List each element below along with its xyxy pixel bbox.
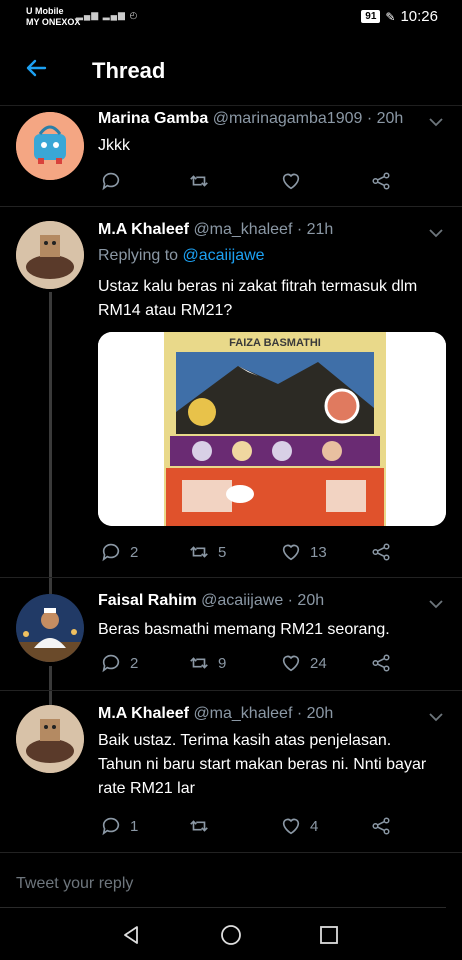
- retweet-count: 9: [218, 654, 227, 672]
- tweet-text: Jkkk: [98, 137, 130, 154]
- reply-composer[interactable]: Tweet your reply: [0, 852, 462, 908]
- avatar[interactable]: [16, 705, 84, 773]
- tweet-actions: 2 5 13: [98, 541, 398, 565]
- reply-input[interactable]: Tweet your reply: [16, 875, 133, 893]
- reply-icon: [102, 172, 120, 191]
- share-icon: [372, 172, 390, 190]
- heart-icon: [282, 544, 300, 561]
- avatar[interactable]: [16, 221, 84, 289]
- nav-home-icon[interactable]: [220, 924, 242, 946]
- retweet-icon: [190, 175, 208, 187]
- avatar[interactable]: [16, 112, 84, 180]
- carrier-2: MY ONEXOX: [26, 17, 81, 27]
- share-button[interactable]: [370, 170, 392, 192]
- chevron-down-icon[interactable]: [428, 225, 444, 241]
- page-title: Thread: [92, 58, 166, 83]
- retweet-button[interactable]: [188, 815, 218, 837]
- replying-prefix: Replying to: [98, 247, 183, 264]
- heart-icon: [282, 173, 300, 190]
- tweet-text: Ustaz kalu beras ni zakat fitrah termasu…: [98, 278, 418, 319]
- reply-button[interactable]: 2: [100, 541, 138, 563]
- reply-button[interactable]: 2: [100, 652, 138, 674]
- chevron-down-icon[interactable]: [428, 596, 444, 612]
- heart-icon: [282, 655, 300, 672]
- author-name[interactable]: M.A Khaleef: [98, 221, 189, 238]
- avatar[interactable]: [16, 594, 84, 662]
- reply-count: 1: [130, 817, 139, 835]
- food-avatar-image: [16, 221, 84, 289]
- retweet-icon: [190, 546, 208, 558]
- retweet-button[interactable]: 9: [188, 652, 226, 674]
- retweet-button[interactable]: [188, 170, 218, 192]
- tweet-text: Beras basmathi memang RM21 seorang.: [98, 621, 390, 638]
- reply-button[interactable]: [100, 170, 130, 192]
- reply-icon: [102, 543, 120, 562]
- tweet-header: M.A Khaleef @ma_khaleef · 21h: [98, 221, 333, 239]
- tweet[interactable]: M.A Khaleef @ma_khaleef · 20h Baik ustaz…: [0, 691, 462, 851]
- status-bar: U Mobile MY ONEXOX ▂▄▆ ▂▄▆ ◴ 91 ✎ 10:26: [0, 0, 462, 36]
- tweet-actions: [98, 170, 398, 194]
- food-avatar-image: [16, 705, 84, 773]
- retweet-icon: [190, 820, 208, 832]
- chevron-down-icon[interactable]: [428, 114, 444, 130]
- tweet-header: Marina Gamba @marinagamba1909 · 20h: [98, 110, 403, 128]
- tweet[interactable]: Marina Gamba @marinagamba1909 · 20h Jkkk: [0, 106, 462, 206]
- person-avatar-image: [16, 594, 84, 662]
- like-button[interactable]: 4: [280, 815, 318, 837]
- tweet[interactable]: Faisal Rahim @acaiijawe · 20h Beras basm…: [0, 578, 462, 688]
- like-count: 4: [310, 817, 319, 835]
- author-name[interactable]: Faisal Rahim: [98, 592, 197, 609]
- chevron-down-icon[interactable]: [428, 709, 444, 725]
- reply-icon: [102, 654, 120, 673]
- battery-icon: 91: [361, 10, 381, 23]
- retweet-button[interactable]: 5: [188, 541, 226, 563]
- author-handle[interactable]: @marinagamba1909 · 20h: [213, 110, 404, 127]
- rice-bag-image: FAIZA BASMATHI: [98, 332, 446, 526]
- clock: 10:26: [400, 8, 438, 25]
- like-count: 13: [310, 543, 327, 561]
- carrier-1: U Mobile: [26, 6, 64, 16]
- tweet-actions: 2 9 24: [98, 652, 398, 676]
- share-icon: [372, 654, 390, 672]
- reply-button[interactable]: 1: [100, 815, 138, 837]
- media-label: FAIZA BASMATHI: [229, 337, 321, 349]
- tweet-header: Faisal Rahim @acaiijawe · 20h: [98, 592, 324, 610]
- share-icon: [372, 543, 390, 561]
- like-button[interactable]: [280, 170, 310, 192]
- tweet-actions: 1 4: [98, 815, 398, 839]
- share-button[interactable]: [370, 815, 392, 837]
- share-button[interactable]: [370, 541, 392, 563]
- reply-icon: [102, 817, 120, 836]
- retweet-icon: [190, 657, 208, 669]
- signal-icon: ▂▄▆ ▂▄▆ ◴: [76, 10, 139, 20]
- reply-count: 2: [130, 543, 139, 561]
- reply-count: 2: [130, 654, 139, 672]
- retweet-count: 5: [218, 543, 227, 561]
- author-name[interactable]: M.A Khaleef: [98, 705, 189, 722]
- nav-recents-icon[interactable]: [318, 924, 340, 946]
- author-name[interactable]: Marina Gamba: [98, 110, 208, 127]
- heart-icon: [282, 818, 300, 835]
- nav-back-icon[interactable]: [120, 924, 142, 946]
- like-button[interactable]: 13: [280, 541, 327, 563]
- replying-handle-link[interactable]: @acaiijawe: [183, 247, 265, 264]
- author-handle[interactable]: @acaiijawe · 20h: [201, 592, 324, 609]
- replying-to: Replying to @acaiijawe: [98, 247, 265, 265]
- like-button[interactable]: 24: [280, 652, 327, 674]
- back-arrow-icon[interactable]: [24, 56, 48, 80]
- carrier-labels: U Mobile MY ONEXOX: [26, 6, 80, 28]
- top-bar: Thread: [0, 36, 462, 106]
- like-count: 24: [310, 654, 327, 672]
- share-button[interactable]: [370, 652, 392, 674]
- tweet-text: Baik ustaz. Terima kasih atas penjelasan…: [98, 732, 427, 797]
- tweet-header: M.A Khaleef @ma_khaleef · 20h: [98, 705, 333, 723]
- system-nav-bar: [0, 908, 462, 960]
- author-handle[interactable]: @ma_khaleef · 21h: [193, 221, 333, 238]
- author-handle[interactable]: @ma_khaleef · 20h: [193, 705, 333, 722]
- tweet-media-image[interactable]: FAIZA BASMATHI: [98, 332, 446, 526]
- status-right: 91 ✎ 10:26: [361, 8, 438, 25]
- leaf-icon: ✎: [385, 9, 396, 24]
- bag-avatar-image: [16, 112, 84, 180]
- share-icon: [372, 817, 390, 835]
